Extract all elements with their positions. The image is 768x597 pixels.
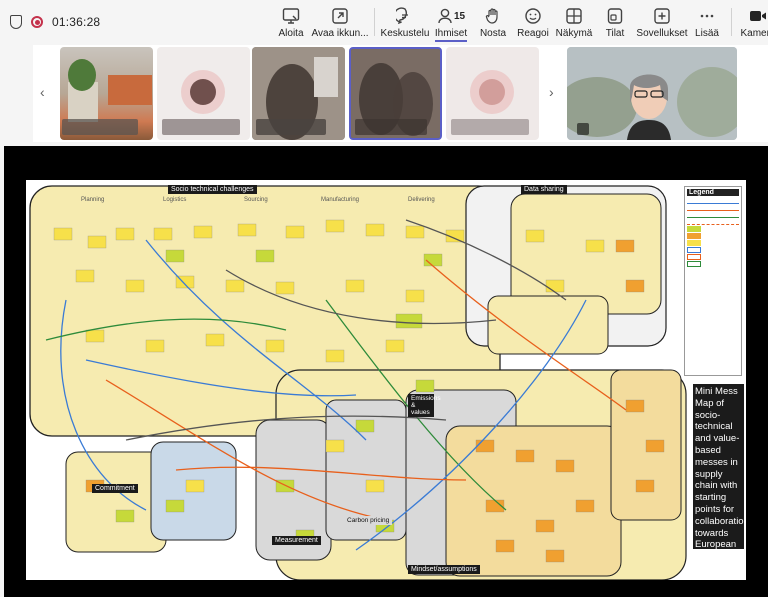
label-mindset-assumptions: Mindset/assumptions xyxy=(408,565,480,574)
label-logistics: Logistics xyxy=(163,197,187,203)
legend-entry xyxy=(687,261,701,267)
chevron-right-icon[interactable]: › xyxy=(549,84,554,100)
legend-entry xyxy=(687,198,739,204)
chat-icon xyxy=(396,7,408,25)
chat-button[interactable]: Keskustelu xyxy=(381,0,429,44)
muted-mic-icon xyxy=(577,123,589,135)
toolbar-divider xyxy=(731,8,732,36)
whiteboard-start-icon xyxy=(282,8,300,24)
shield-icon xyxy=(10,15,22,29)
camera-icon xyxy=(750,11,766,21)
raise-hand-button[interactable]: Nosta xyxy=(473,0,513,44)
self-video-tile[interactable] xyxy=(567,47,737,140)
open-window-icon xyxy=(332,8,348,24)
apps-button[interactable]: Sovellukset xyxy=(635,0,689,44)
participant-avatar-tile[interactable] xyxy=(157,47,250,140)
view-icon xyxy=(566,8,582,24)
label-socio-technical-challenges: Socio technical challenges xyxy=(168,185,257,194)
label-planning: Planning xyxy=(81,197,105,203)
participant-avatar-tile[interactable] xyxy=(446,47,539,140)
legend-entry xyxy=(687,254,701,260)
map-legend: Legend xyxy=(684,186,742,376)
label-emissions-values: Emissions & values xyxy=(408,394,441,417)
participant-avatar xyxy=(162,70,240,135)
legend-entry xyxy=(687,240,701,246)
legend-title: Legend xyxy=(687,189,739,196)
participant-count: 15 xyxy=(453,10,466,22)
meeting-timer: 01:36:28 xyxy=(52,15,101,29)
raise-hand-icon xyxy=(485,8,498,24)
toolbar-divider xyxy=(374,8,375,36)
react-button[interactable]: Reagoi xyxy=(513,0,553,44)
mini-mess-map-description: Mini Mess Map of socio-technical and val… xyxy=(693,384,744,549)
meeting-status: 01:36:28 xyxy=(0,15,100,29)
more-button[interactable]: Lisää xyxy=(689,0,725,44)
open-window-button[interactable]: Avaa ikkun... xyxy=(311,0,369,44)
more-icon xyxy=(700,14,714,18)
participant-video-tile[interactable] xyxy=(60,47,153,140)
label-measurement: Measurement xyxy=(272,536,321,545)
participant-video xyxy=(567,47,737,140)
apps-icon xyxy=(654,8,670,24)
legend-entry xyxy=(687,219,739,225)
legend-entry xyxy=(687,205,739,211)
camera-button[interactable]: Kamera xyxy=(738,0,768,44)
recording-icon xyxy=(31,16,43,28)
people-button[interactable]: 15 Ihmiset xyxy=(429,0,473,44)
participant-video xyxy=(62,59,152,135)
label-delivering: Delivering xyxy=(408,197,435,203)
label-data-sharing: Data sharing xyxy=(521,185,567,194)
participant-video-tile[interactable] xyxy=(252,47,345,140)
legend-entry xyxy=(687,247,701,253)
start-whiteboard-button[interactable]: Aloita xyxy=(270,0,312,44)
label-carbon-pricing: Carbon pricing xyxy=(344,516,393,525)
meeting-controls: Aloita Avaa ikkun... Keskustelu 15 Ihmis… xyxy=(270,0,768,44)
active-speaker-tile[interactable] xyxy=(349,47,442,140)
participant-avatar xyxy=(451,70,529,135)
legend-entry xyxy=(687,212,739,218)
mess-map-board[interactable]: Socio technical challenges Data sharing … xyxy=(26,180,746,580)
rooms-icon xyxy=(607,8,623,24)
legend-entry xyxy=(687,233,701,239)
label-manufacturing: Manufacturing xyxy=(321,197,360,203)
meeting-toolbar: 01:36:28 Aloita Avaa ikkun... Keskustelu… xyxy=(0,0,768,44)
people-icon xyxy=(438,8,452,24)
view-button[interactable]: Näkymä xyxy=(553,0,595,44)
chevron-left-icon[interactable]: ‹ xyxy=(40,84,45,100)
participant-video xyxy=(252,47,345,140)
react-icon xyxy=(525,8,541,24)
rooms-button[interactable]: Tilat xyxy=(595,0,635,44)
participant-video xyxy=(351,49,440,138)
label-sourcing: Sourcing xyxy=(244,197,268,203)
legend-entry xyxy=(687,226,701,232)
label-commitment: Commitment xyxy=(92,484,138,493)
